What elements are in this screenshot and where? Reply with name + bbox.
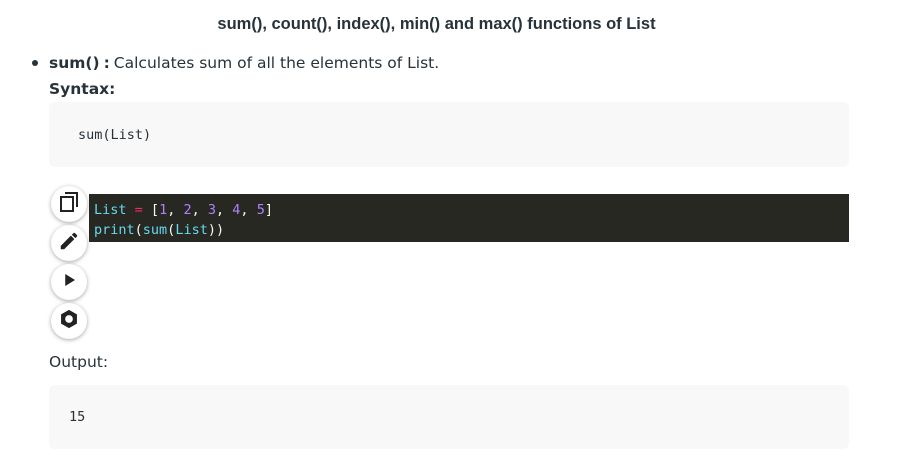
syntax-code-block: sum(List): [49, 102, 849, 167]
run-button[interactable]: [51, 264, 87, 300]
output-value: 15: [69, 409, 86, 425]
code-token: sum: [142, 222, 168, 238]
code-token: 5: [256, 202, 265, 218]
code-line: print(sum(List)): [94, 220, 844, 240]
code-token: [: [142, 202, 160, 218]
copy-icon: [57, 190, 81, 218]
code-editor[interactable]: List = [1, 2, 3, 4, 5] print(sum(List)): [89, 194, 849, 242]
code-token: List: [175, 222, 208, 238]
bullet-description: Calculates sum of all the elements of Li…: [113, 54, 440, 72]
output-block: 15: [49, 385, 849, 449]
code-token: 3: [207, 202, 217, 218]
code-token: )): [207, 222, 225, 238]
syntax-label: Syntax:: [49, 80, 116, 98]
code-token: 2: [183, 202, 192, 218]
bullet-item-sum: sum() : Calculates sum of all the elemen…: [32, 54, 439, 72]
code-token: (: [134, 222, 143, 238]
code-token: ,: [191, 202, 208, 218]
run-icon: [60, 271, 78, 293]
syntax-code: sum(List): [78, 127, 152, 143]
code-token: ,: [216, 202, 233, 218]
code-token: ,: [240, 202, 257, 218]
code-token: print: [94, 222, 135, 238]
code-line: List = [1, 2, 3, 4, 5]: [94, 200, 844, 220]
bullet-term: sum(): [49, 54, 100, 72]
code-token: List: [94, 202, 127, 218]
bullet-dot: [32, 60, 38, 66]
code-token: =: [134, 202, 143, 218]
code-token: 1: [159, 202, 168, 218]
edit-button[interactable]: [51, 225, 87, 261]
edit-icon: [58, 230, 80, 256]
bullet-separator: :: [103, 54, 110, 72]
copy-button[interactable]: [51, 186, 87, 222]
settings-icon: [58, 308, 80, 334]
code-token: ]: [264, 202, 273, 218]
article-title: sum(), count(), index(), min() and max()…: [217, 15, 656, 33]
output-label: Output:: [49, 353, 109, 371]
settings-button[interactable]: [51, 303, 87, 339]
code-token: ,: [167, 202, 184, 218]
